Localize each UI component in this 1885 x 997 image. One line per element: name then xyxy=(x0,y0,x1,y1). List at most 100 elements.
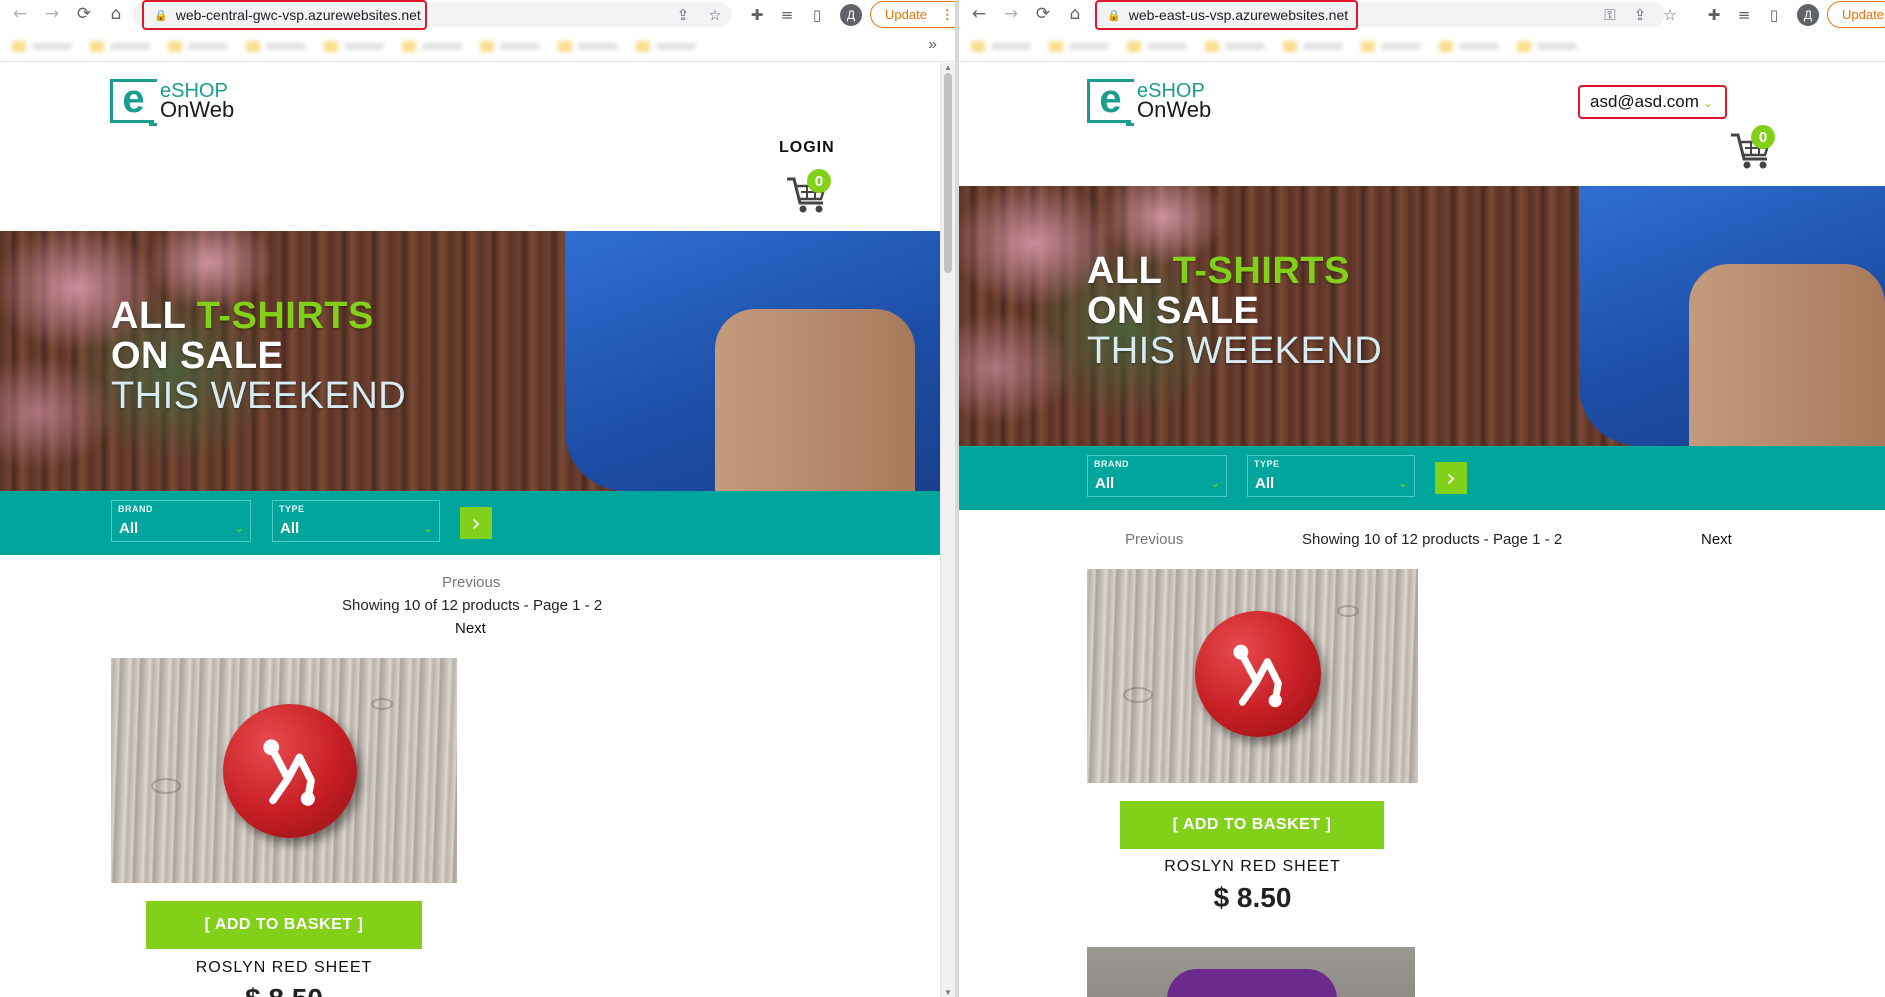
page-scrollbar[interactable]: ▲ ▼ xyxy=(940,63,955,997)
hero-all: ALL xyxy=(111,295,186,337)
profile-avatar[interactable]: Д xyxy=(1797,4,1819,26)
key-icon[interactable]: ⚿ xyxy=(1599,4,1621,26)
forward-icon[interactable]: → xyxy=(38,0,66,28)
bookmark-item[interactable] xyxy=(168,41,228,52)
filter-bar: BRAND All ⌄ TYPE All ⌄ › xyxy=(0,491,955,555)
update-button[interactable]: Update ⋮ xyxy=(870,1,955,28)
bookmark-item[interactable] xyxy=(558,41,618,52)
bookmark-star-icon[interactable]: ☆ xyxy=(704,4,726,26)
logo-line2: OnWeb xyxy=(1137,97,1212,122)
site-logo[interactable]: e eSHOP OnWeb xyxy=(1087,79,1211,123)
home-icon[interactable]: ⌂ xyxy=(1061,0,1089,28)
type-select[interactable]: TYPE All ⌄ xyxy=(272,500,440,542)
profile-avatar[interactable]: Д xyxy=(840,4,862,26)
pager-next[interactable]: Next xyxy=(1701,531,1732,548)
brand-value: All xyxy=(119,520,139,537)
type-value: All xyxy=(1255,475,1275,492)
hero-onsale: ON SALE xyxy=(111,334,284,377)
apply-filter-button[interactable]: › xyxy=(1435,462,1467,494)
bookmark-item[interactable] xyxy=(12,41,72,52)
page-content: e eSHOP OnWeb asd@asd.com ⌄ 0 ALL T-SHIR… xyxy=(959,63,1885,997)
hero-weekend: THIS WEEKEND xyxy=(111,374,407,417)
url-text: web-east-us-vsp.azurewebsites.net xyxy=(1128,7,1349,23)
product-image[interactable] xyxy=(111,658,457,883)
bookmark-item[interactable] xyxy=(480,41,540,52)
bookmarks-bar: » xyxy=(0,32,955,62)
hero-onsale: ON SALE xyxy=(1087,289,1260,332)
browser-toolbar: ← → ⟳ ⌂ 🔒 web-central-gwc-vsp.azurewebsi… xyxy=(0,0,955,30)
bookmark-item[interactable] xyxy=(1049,41,1109,52)
back-icon[interactable]: ← xyxy=(965,0,993,28)
share-icon[interactable]: ⇪ xyxy=(1629,4,1651,26)
product-image[interactable] xyxy=(1087,569,1418,783)
forward-icon[interactable]: → xyxy=(997,0,1025,28)
address-bar[interactable]: 🔒 web-central-gwc-vsp.azurewebsites.net xyxy=(142,0,427,30)
filter-bar: BRAND All ⌄ TYPE All ⌄ › xyxy=(959,446,1885,510)
scroll-up-icon[interactable]: ▲ xyxy=(944,63,952,72)
bookmark-item[interactable] xyxy=(1517,41,1577,52)
update-button[interactable]: Update xyxy=(1827,1,1885,28)
chevron-down-icon: ⌄ xyxy=(1397,476,1408,490)
scrollbar-thumb[interactable] xyxy=(944,73,952,273)
pager-previous[interactable]: Previous xyxy=(1125,531,1183,548)
chevron-down-icon: ⌄ xyxy=(1209,476,1220,490)
reload-icon[interactable]: ⟳ xyxy=(70,0,98,28)
hero-tshirts: T-SHIRTS xyxy=(196,295,374,337)
extensions-icon[interactable]: ✚ xyxy=(1703,4,1725,26)
bookmark-star-icon[interactable]: ☆ xyxy=(1659,4,1681,26)
bookmark-item[interactable] xyxy=(90,41,150,52)
side-panel-icon[interactable]: ▯ xyxy=(806,4,828,26)
logo-mark-icon: e xyxy=(1087,79,1134,123)
add-to-basket-button[interactable]: [ ADD TO BASKET ] xyxy=(1120,801,1384,849)
brand-label: BRAND xyxy=(1094,459,1129,469)
back-icon[interactable]: ← xyxy=(6,0,34,28)
user-menu[interactable]: asd@asd.com ⌄ xyxy=(1578,85,1727,119)
bookmark-item[interactable] xyxy=(1283,41,1343,52)
product-price: $ 8.50 xyxy=(111,983,457,997)
pager-next[interactable]: Next xyxy=(455,620,486,637)
brand-select[interactable]: BRAND All ⌄ xyxy=(1087,455,1227,497)
chevron-down-icon: ⌄ xyxy=(422,521,433,535)
reload-icon[interactable]: ⟳ xyxy=(1029,0,1057,28)
update-label: Update xyxy=(885,7,927,22)
lock-icon: 🔒 xyxy=(1107,8,1121,22)
bookmarks-bar xyxy=(959,32,1885,62)
bookmark-item[interactable] xyxy=(1205,41,1265,52)
site-logo[interactable]: e eSHOP OnWeb xyxy=(110,79,234,123)
add-to-basket-button[interactable]: [ ADD TO BASKET ] xyxy=(146,901,422,949)
share-icon[interactable]: ⇪ xyxy=(672,4,694,26)
scroll-down-icon[interactable]: ▼ xyxy=(944,988,952,997)
address-bar[interactable]: 🔒 web-east-us-vsp.azurewebsites.net xyxy=(1095,0,1358,30)
browser-window-left: ← → ⟳ ⌂ 🔒 web-central-gwc-vsp.azurewebsi… xyxy=(0,0,955,997)
product-image[interactable] xyxy=(1087,947,1415,997)
type-value: All xyxy=(280,520,300,537)
cart-button[interactable]: 0 xyxy=(785,169,833,217)
bookmark-item[interactable] xyxy=(1361,41,1421,52)
browser-window-right: ← → ⟳ ⌂ 🔒 web-east-us-vsp.azurewebsites.… xyxy=(959,0,1885,997)
side-panel-icon[interactable]: ▯ xyxy=(1763,4,1785,26)
login-link[interactable]: LOGIN xyxy=(779,139,835,157)
browser-toolbar: ← → ⟳ ⌂ 🔒 web-east-us-vsp.azurewebsites.… xyxy=(959,0,1885,30)
bookmark-item[interactable] xyxy=(636,41,696,52)
apply-filter-button[interactable]: › xyxy=(460,507,492,539)
extensions-icon[interactable]: ✚ xyxy=(746,4,768,26)
bookmark-item[interactable] xyxy=(246,41,306,52)
bookmarks-overflow-icon[interactable]: » xyxy=(928,36,937,54)
cart-button[interactable]: 0 xyxy=(1729,125,1777,173)
bookmark-item[interactable] xyxy=(1439,41,1499,52)
pager-previous[interactable]: Previous xyxy=(442,574,500,591)
type-label: TYPE xyxy=(279,504,305,514)
bookmark-item[interactable] xyxy=(971,41,1031,52)
media-icon[interactable]: ≡ xyxy=(776,4,798,26)
bookmark-item[interactable] xyxy=(402,41,462,52)
home-icon[interactable]: ⌂ xyxy=(102,0,130,28)
brand-select[interactable]: BRAND All ⌄ xyxy=(111,500,251,542)
hero-headline: ALL T-SHIRTS ON SALE THIS WEEKEND xyxy=(1087,251,1382,372)
type-select[interactable]: TYPE All ⌄ xyxy=(1247,455,1415,497)
product-name: ROSLYN RED SHEET xyxy=(1164,858,1341,875)
menu-dots-icon: ⋮ xyxy=(940,6,954,22)
pager-status: Showing 10 of 12 products - Page 1 - 2 xyxy=(1302,531,1563,548)
bookmark-item[interactable] xyxy=(1127,41,1187,52)
media-icon[interactable]: ≡ xyxy=(1733,4,1755,26)
bookmark-item[interactable] xyxy=(324,41,384,52)
